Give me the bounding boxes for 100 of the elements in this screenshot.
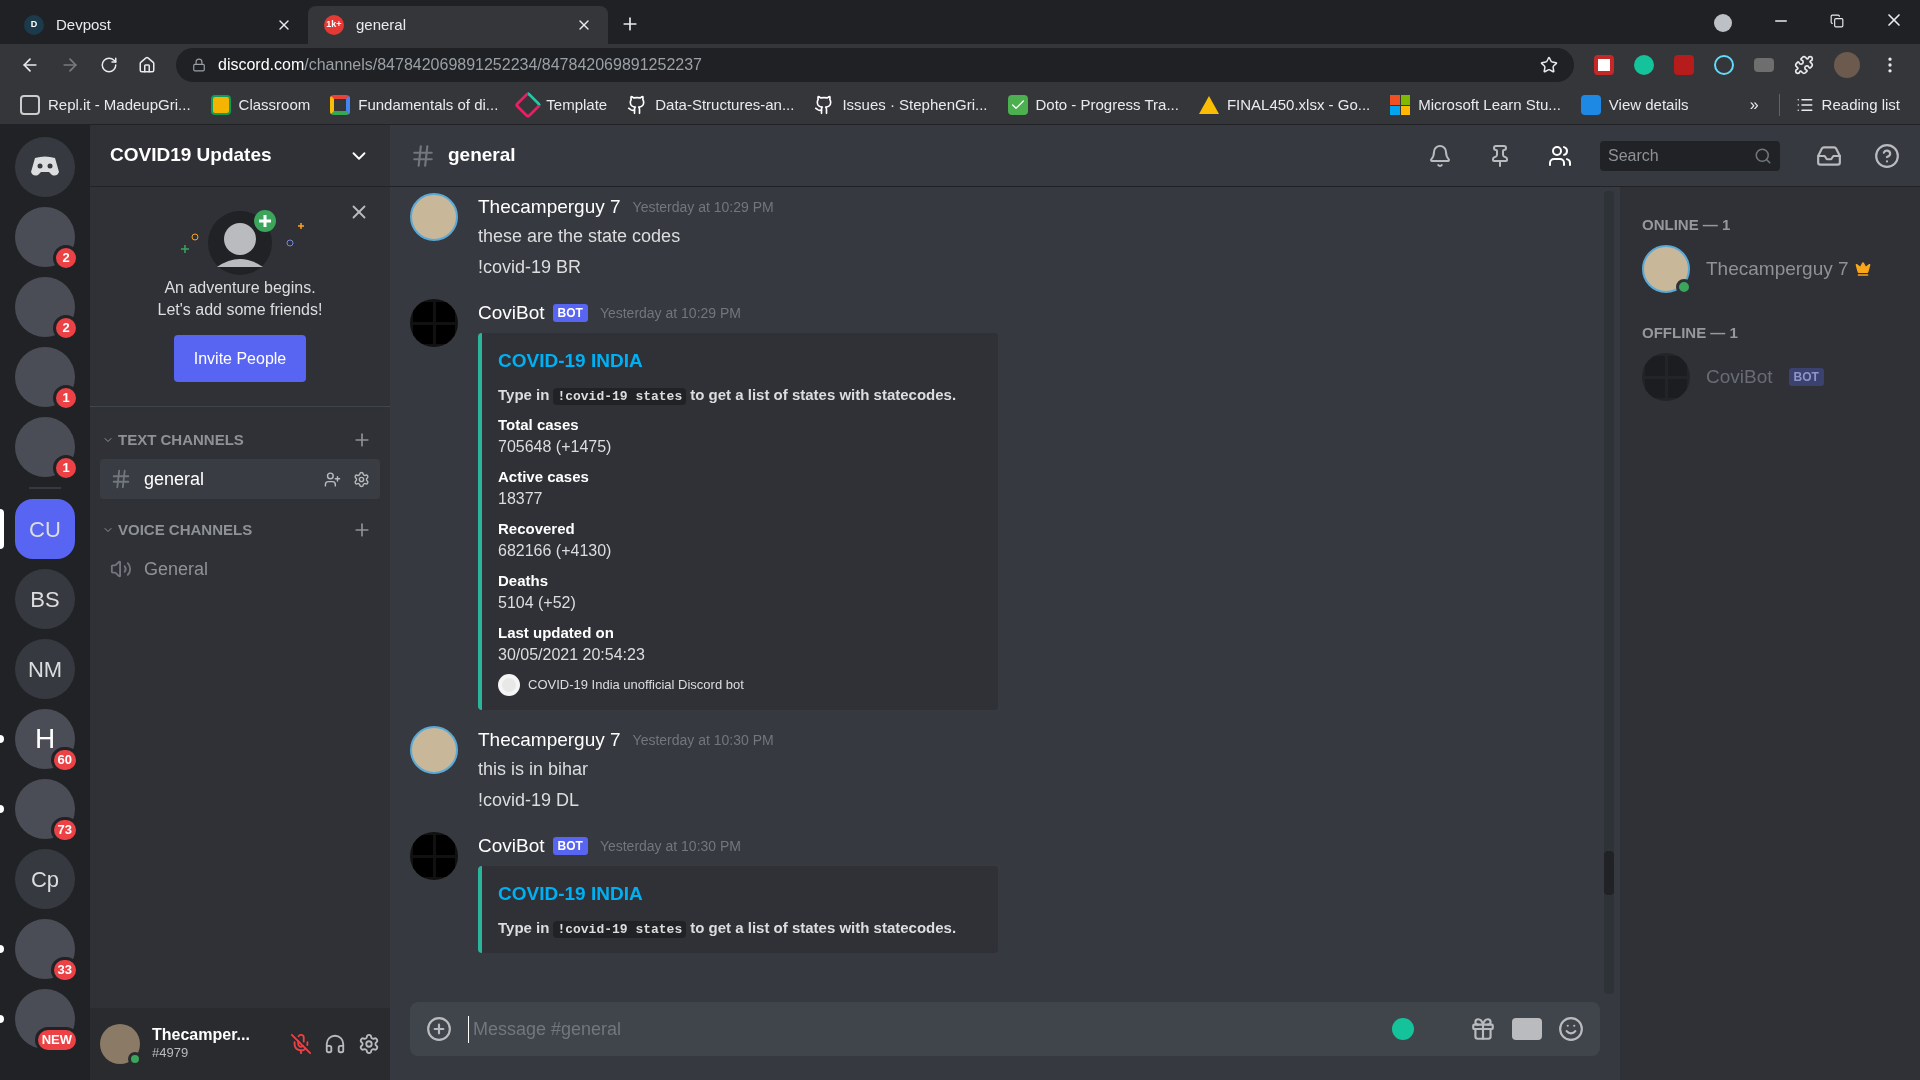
message-text: these are the state codes xyxy=(478,225,682,248)
mic-muted-icon[interactable] xyxy=(290,1033,312,1055)
extensions-icon[interactable] xyxy=(1794,55,1814,75)
member-name: Thecamperguy 7 xyxy=(1706,256,1849,281)
bookmark-link[interactable]: Repl.it - MadeupGri... xyxy=(20,93,191,117)
author-name[interactable]: CoviBot xyxy=(478,831,545,861)
field-value: 682166 (+4130) xyxy=(498,541,613,561)
user-avatar[interactable] xyxy=(100,1024,140,1064)
more-bookmarks-button[interactable]: » xyxy=(1749,93,1759,117)
member-section-title: ONLINE — 1 xyxy=(1642,216,1731,233)
scrollbar[interactable] xyxy=(1604,191,1614,994)
emoji-icon[interactable] xyxy=(1558,1016,1584,1042)
unread-badge: 33 xyxy=(50,957,79,983)
bot-tag: BOT xyxy=(552,304,588,322)
user-avatar[interactable] xyxy=(1642,245,1690,293)
bookmark-link[interactable]: Microsoft Learn Stu... xyxy=(1390,93,1561,117)
channel-item[interactable]: General xyxy=(100,549,380,589)
unread-badge: 73 xyxy=(50,817,79,843)
unread-badge: 60 xyxy=(50,747,79,773)
bot-tag: BOT xyxy=(552,837,588,855)
browser-tab[interactable]: 1k+ general xyxy=(308,6,608,44)
embed-footer: COVID-19 India unofficial Discord bot xyxy=(528,675,744,695)
message-text: !covid-19 BR xyxy=(478,256,583,279)
checkmark-icon xyxy=(1007,95,1028,115)
bookmark-link[interactable]: View details xyxy=(1580,93,1689,117)
bookmark-link[interactable]: Doto - Progress Tra... xyxy=(1007,93,1179,117)
timestamp: Yesterday at 10:29 PM xyxy=(599,303,741,323)
bookmark-link[interactable]: Fundamentals of di... xyxy=(330,93,499,117)
lock-icon xyxy=(192,58,206,72)
add-attachment-icon[interactable] xyxy=(426,1016,452,1042)
timestamp: Yesterday at 10:29 PM xyxy=(632,197,774,217)
bookmark-link[interactable]: Issues · StephenGri... xyxy=(814,93,988,117)
category-title[interactable]: TEXT CHANNELS xyxy=(118,428,352,452)
notification-bell-icon[interactable] xyxy=(1428,143,1452,168)
search-icon xyxy=(1754,146,1772,165)
windows-grid-icon xyxy=(1390,95,1411,115)
hash-icon xyxy=(110,468,132,490)
member-item[interactable]: Thecamperguy 7 xyxy=(1642,247,1898,291)
home-icon[interactable] xyxy=(138,56,156,74)
field-name: Last updated on xyxy=(498,623,615,643)
category-title[interactable]: VOICE CHANNELS xyxy=(118,518,352,542)
user-avatar[interactable] xyxy=(410,193,458,241)
channel-title: general xyxy=(448,143,517,168)
tab-favicon: D xyxy=(24,15,44,35)
members-icon[interactable] xyxy=(1548,143,1572,168)
embed-title[interactable]: COVID-19 INDIA xyxy=(498,347,982,376)
settings-icon[interactable] xyxy=(358,1033,380,1055)
settings-icon[interactable] xyxy=(353,470,370,488)
browser-tab[interactable]: D Devpost xyxy=(8,6,308,44)
field-name: Total cases xyxy=(498,415,580,435)
invite-icon[interactable] xyxy=(324,470,341,488)
user-avatar[interactable] xyxy=(410,726,458,774)
server-name: COVID19 Updates xyxy=(110,143,273,168)
channel-name: General xyxy=(144,557,210,581)
bookmark-link[interactable]: Classroom xyxy=(210,93,311,117)
channel-item[interactable]: general xyxy=(100,459,380,499)
bot-tag: BOT xyxy=(1788,368,1824,386)
tab-title: general xyxy=(356,14,408,35)
field-value: 18377 xyxy=(498,489,544,509)
footer-icon xyxy=(498,674,520,696)
bookmark-link[interactable]: Template xyxy=(518,93,608,117)
member-name: CoviBot xyxy=(1706,364,1773,389)
embed-description: Type in !covid-19 states to get a list of states with statecodes. xyxy=(498,917,958,939)
user-tag: #4979 xyxy=(152,1044,278,1062)
help-icon[interactable] xyxy=(1874,142,1900,169)
embed-description: Type in !covid-19 states to get a list of states with statecodes. xyxy=(498,384,958,406)
search-input[interactable]: Search xyxy=(1608,143,1754,168)
reading-list-button[interactable]: Reading list xyxy=(1778,93,1900,117)
bookmark-link[interactable]: Data-Structures-an... xyxy=(627,93,795,117)
field-name: Active cases xyxy=(498,467,590,487)
gift-icon[interactable] xyxy=(1470,1016,1496,1042)
search-field[interactable]: Search xyxy=(1600,140,1780,171)
unread-badge: 1 xyxy=(53,385,79,411)
invite-people-button[interactable]: Invite People xyxy=(173,335,307,382)
url-text: discord.com/channels/847842069891252234/847842069891252237 xyxy=(218,55,703,75)
unread-badge: 2 xyxy=(53,315,79,341)
embed-title[interactable]: COVID-19 INDIA xyxy=(498,880,982,909)
speaker-icon xyxy=(110,558,132,580)
reload-icon[interactable] xyxy=(100,56,118,74)
author-name[interactable]: CoviBot xyxy=(478,298,545,328)
author-name[interactable]: Thecamperguy 7 xyxy=(478,192,621,222)
author-name[interactable]: Thecamperguy 7 xyxy=(478,725,621,755)
field-name: Deaths xyxy=(498,571,550,591)
field-value: 30/05/2021 20:54:23 xyxy=(498,645,646,665)
tab-favicon: 1k+ xyxy=(324,15,344,35)
hash-icon xyxy=(410,142,436,169)
star-icon[interactable] xyxy=(1540,56,1558,74)
username: Thecamper... xyxy=(152,1026,251,1044)
message-text: !covid-19 DL xyxy=(478,789,581,812)
restore-icon[interactable] xyxy=(1830,14,1844,28)
square-icon xyxy=(1580,95,1601,115)
channel-name: general xyxy=(144,467,206,491)
list-icon xyxy=(1795,96,1814,114)
field-name: Recovered xyxy=(498,519,576,539)
address-bar[interactable]: discord.com/channels/847842069891252234/847842069891252237 xyxy=(176,48,1574,82)
unread-badge: 2 xyxy=(53,245,79,271)
headphones-icon[interactable] xyxy=(324,1033,346,1055)
invite-text: An adventure begins. xyxy=(164,278,316,298)
invite-text: Let's add some friends! xyxy=(157,300,323,320)
message-text: this is in bihar xyxy=(478,758,590,781)
